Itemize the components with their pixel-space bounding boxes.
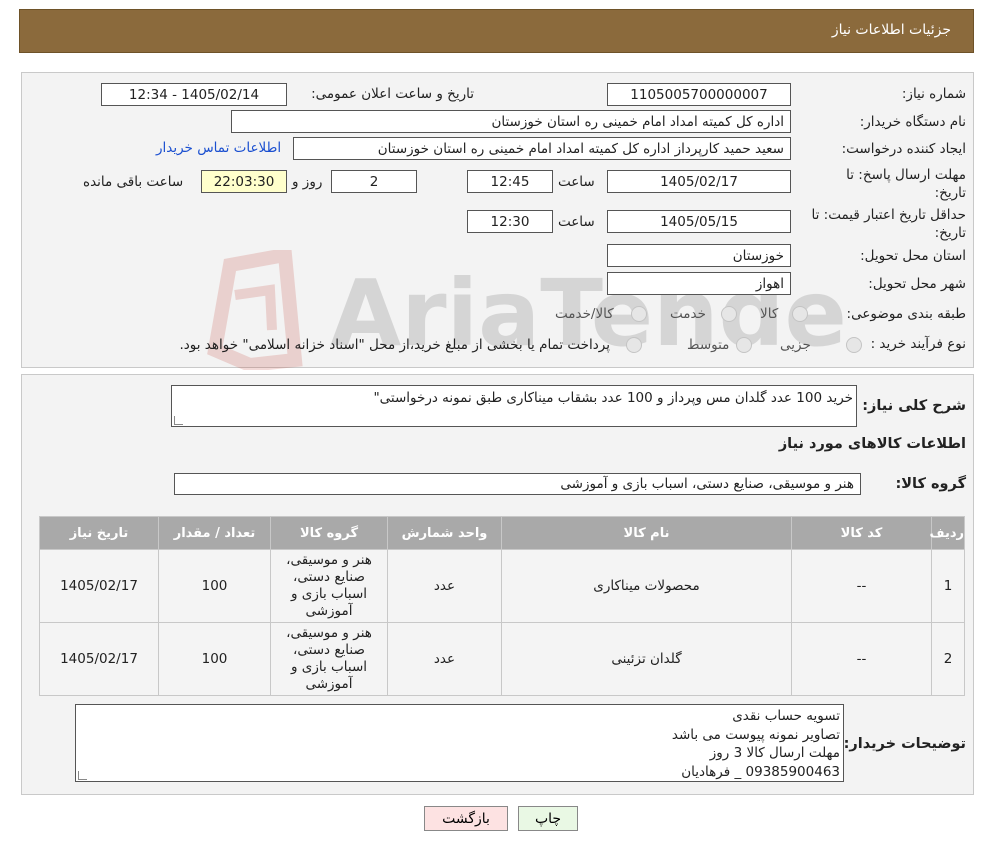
buyer-notes-label: توضیحات خریدار: xyxy=(843,736,966,752)
buyer-notes-textarea[interactable]: تسویه حساب نقدی تصاویر نمونه پیوست می با… xyxy=(75,704,844,782)
category-label: طبقه بندی موضوعی: xyxy=(846,306,966,322)
cell-goods-name: گلدان تزئینی xyxy=(501,622,792,696)
process-option-medium: متوسط xyxy=(687,337,730,353)
buyer-note-line: تسویه حساب نقدی xyxy=(732,708,840,724)
remaining-time-field: 22:03:30 xyxy=(201,170,287,193)
cell-unit: عدد xyxy=(387,622,502,696)
category-radio-goods-service[interactable] xyxy=(631,306,647,322)
cell-quantity: 100 xyxy=(158,622,271,696)
cell-row-number: 1 xyxy=(931,549,965,623)
goods-group-field: هنر و موسیقی، صنایع دستی، اسباب بازی و آ… xyxy=(174,473,861,495)
summary-text: خرید 100 عدد گلدان مس وپرداز و 100 عدد ب… xyxy=(373,390,853,406)
process-radio-medium[interactable] xyxy=(736,337,752,353)
buyer-contact-link[interactable]: اطلاعات تماس خریدار xyxy=(156,140,281,156)
province-field: خوزستان xyxy=(607,244,791,267)
province-label: استان محل تحویل: xyxy=(860,248,966,264)
col-goods-group: گروه کالا xyxy=(270,516,388,550)
treasury-checkbox[interactable] xyxy=(626,337,642,353)
process-radio-minor[interactable] xyxy=(846,337,862,353)
resize-grip-icon[interactable] xyxy=(78,771,87,780)
announce-label: تاریخ و ساعت اعلان عمومی: xyxy=(311,86,474,102)
cell-goods-code: -- xyxy=(791,549,932,623)
col-need-date: تاریخ نیاز xyxy=(39,516,159,550)
remaining-label: ساعت باقی مانده xyxy=(83,174,184,190)
deadline-time-label: ساعت xyxy=(558,174,595,190)
page-title: جزئیات اطلاعات نیاز xyxy=(831,22,951,38)
creator-label: ایجاد کننده درخواست: xyxy=(841,141,966,157)
cell-goods-group: هنر و موسیقی، صنایع دستی، اسباب بازی و آ… xyxy=(270,549,388,623)
deadline-label: مهلت ارسال پاسخ: تا تاریخ: xyxy=(846,167,966,201)
page-header: جزئیات اطلاعات نیاز xyxy=(19,9,974,53)
process-label: نوع فرآیند خرید : xyxy=(870,336,966,352)
category-option-goods: کالا xyxy=(760,306,779,322)
days-label: روز و xyxy=(292,174,323,190)
category-option-goods-service: کالا/خدمت xyxy=(555,306,614,322)
goods-group-label: گروه کالا: xyxy=(895,476,966,492)
table-row: 2 -- گلدان تزئینی عدد هنر و موسیقی، صنای… xyxy=(39,622,965,696)
buyer-org-field: اداره کل کمیته امداد امام خمینی ره استان… xyxy=(231,110,791,133)
resize-grip-icon[interactable] xyxy=(174,416,183,425)
days-field: 2 xyxy=(331,170,417,193)
summary-label: شرح کلی نیاز: xyxy=(862,398,966,414)
cell-need-date: 1405/02/17 xyxy=(39,549,159,623)
cell-need-date: 1405/02/17 xyxy=(39,622,159,696)
cell-row-number: 2 xyxy=(931,622,965,696)
goods-table: ردیف کد کالا نام کالا واحد شمارش گروه کا… xyxy=(39,516,965,696)
col-goods-code: کد کالا xyxy=(791,516,932,550)
goods-info-title: اطلاعات کالاهای مورد نیاز xyxy=(778,436,966,452)
buyer-org-label: نام دستگاه خریدار: xyxy=(859,114,966,130)
process-option-minor: جزیی xyxy=(780,337,811,353)
need-number-field: 1105005700000007 xyxy=(607,83,791,106)
buyer-note-line: 09385900463 _ فرهادیان xyxy=(681,763,840,780)
table-header-row: ردیف کد کالا نام کالا واحد شمارش گروه کا… xyxy=(39,516,965,550)
table-row: 1 -- محصولات میناکاری عدد هنر و موسیقی، … xyxy=(39,549,965,623)
cell-goods-code: -- xyxy=(791,622,932,696)
city-label: شهر محل تحویل: xyxy=(868,276,966,292)
back-button[interactable]: بازگشت xyxy=(424,806,508,831)
need-number-label: شماره نیاز: xyxy=(901,86,966,102)
city-field: اهواز xyxy=(607,272,791,295)
cell-unit: عدد xyxy=(387,549,502,623)
cell-goods-group: هنر و موسیقی، صنایع دستی، اسباب بازی و آ… xyxy=(270,622,388,696)
col-row-number: ردیف xyxy=(929,516,965,550)
col-unit: واحد شمارش xyxy=(387,516,502,550)
validity-time-label: ساعت xyxy=(558,214,595,230)
col-goods-name: نام کالا xyxy=(501,516,792,550)
buyer-note-line: مهلت ارسال کالا 3 روز xyxy=(709,745,840,761)
print-button[interactable]: چاپ xyxy=(518,806,578,831)
buyer-note-line: تصاویر نمونه پیوست می باشد xyxy=(671,726,840,743)
validity-label: حداقل تاریخ اعتبار قیمت: تا تاریخ: xyxy=(811,207,966,241)
creator-field: سعید حمید کارپرداز اداره کل کمیته امداد … xyxy=(293,137,791,160)
process-note: پرداخت تمام یا بخشی از مبلغ خرید،از محل … xyxy=(179,337,610,353)
col-quantity: تعداد / مقدار xyxy=(158,516,271,550)
category-option-service: خدمت xyxy=(670,306,706,322)
announce-datetime-field: 1405/02/14 - 12:34 xyxy=(101,83,287,106)
summary-textarea[interactable]: خرید 100 عدد گلدان مس وپرداز و 100 عدد ب… xyxy=(171,385,857,427)
category-radio-service[interactable] xyxy=(721,306,737,322)
deadline-time-field: 12:45 xyxy=(467,170,553,193)
cell-goods-name: محصولات میناکاری xyxy=(501,549,792,623)
validity-date-field: 1405/05/15 xyxy=(607,210,791,233)
validity-time-field: 12:30 xyxy=(467,210,553,233)
cell-quantity: 100 xyxy=(158,549,271,623)
deadline-date-field: 1405/02/17 xyxy=(607,170,791,193)
category-radio-goods[interactable] xyxy=(792,306,808,322)
